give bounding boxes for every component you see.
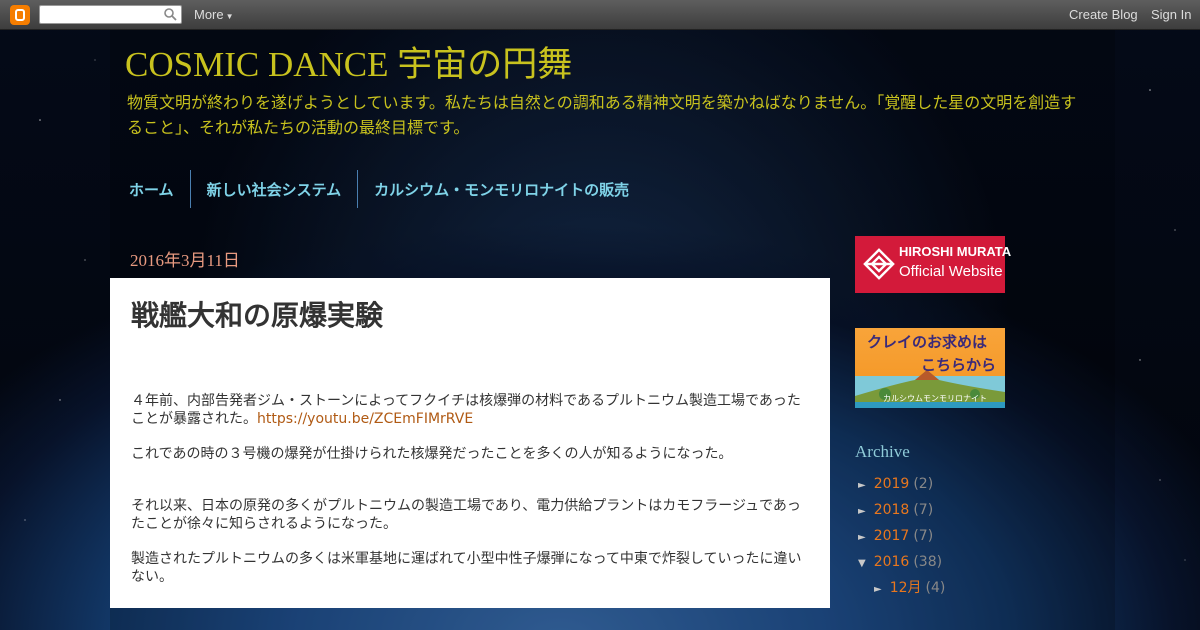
post-body: ４年前、内部告発者ジム・ストーンによってフクイチは核爆弾の材料であるプルトニウム…: [131, 392, 811, 586]
archive-count: (2): [913, 476, 934, 492]
archive-count: (7): [913, 528, 934, 544]
hiroshi-murata-banner[interactable]: HIROSHI MURATA Official Website: [855, 236, 1011, 293]
archive-item-2016[interactable]: ▼ 2016 (38): [858, 554, 942, 570]
blogger-navbar: More ▼ Create Blog Sign In: [0, 0, 1200, 30]
clay-banner-line2: こちらから: [921, 356, 997, 374]
tab-calcium-montmorillonite[interactable]: カルシウム・モンモリロナイトの販売: [357, 170, 645, 208]
archive-year[interactable]: 2019: [874, 476, 910, 492]
caret-down-icon: ▼: [225, 12, 234, 21]
blog-title[interactable]: COSMIC DANCE 宇宙の円舞: [125, 36, 572, 87]
murata-banner-line2: Official Website: [899, 263, 1003, 280]
archive-item-2019[interactable]: ► 2019 (2): [858, 476, 933, 492]
navbar-search-input[interactable]: [39, 5, 182, 24]
clay-banner-line1: クレイのお求めは: [867, 333, 988, 351]
post-paragraph: これであの時の３号機の爆発が仕掛けられた核爆発だったことを多くの人が知るようにな…: [131, 446, 733, 462]
post-paragraph: ４年前、内部告発者ジム・ストーンによってフクイチは核爆弾の材料であるプルトニウム…: [131, 392, 811, 428]
collapse-toggle-icon[interactable]: ▼: [858, 558, 866, 569]
archive-item-month[interactable]: ► 12月 (4): [874, 577, 945, 597]
post-date: 2016年3月11日: [130, 251, 240, 270]
archive-count: (38): [913, 554, 943, 570]
expand-toggle-icon[interactable]: ►: [858, 480, 866, 491]
expand-toggle-icon[interactable]: ►: [858, 506, 866, 517]
archive-year[interactable]: 2018: [874, 502, 910, 518]
archive-item-2017[interactable]: ► 2017 (7): [858, 528, 933, 544]
tab-new-social-system[interactable]: 新しい社会システム: [189, 170, 358, 208]
expand-toggle-icon[interactable]: ►: [858, 532, 866, 543]
clay-purchase-banner[interactable]: クレイのお求めは こちらから カルシウムモンモリロナイト: [855, 328, 1005, 408]
sign-in-link[interactable]: Sign In: [1151, 7, 1191, 22]
post-title[interactable]: 戦艦大和の原爆実験: [131, 294, 383, 334]
search-icon[interactable]: [163, 7, 177, 21]
post-paragraph: それ以来、日本の原発の多くがプルトニウムの製造工場であり、電力供給プラントはカモ…: [131, 498, 801, 532]
archive-item-2018[interactable]: ► 2018 (7): [858, 502, 933, 518]
youtube-link[interactable]: https://youtu.be/ZCEmFIMrRVE: [257, 411, 473, 427]
archive-count: (7): [913, 502, 934, 518]
archive-heading: Archive: [855, 442, 910, 461]
archive-month[interactable]: 12月: [890, 580, 922, 596]
blogger-logo-icon[interactable]: [10, 5, 30, 25]
create-blog-link[interactable]: Create Blog: [1069, 7, 1138, 22]
archive-year[interactable]: 2016: [874, 554, 910, 570]
blog-description: 物質文明が終わりを遂げようとしています。私たちは自然との調和ある精神文明を築かね…: [127, 93, 1077, 137]
post-paragraph: 製造されたプルトニウムの多くは米軍基地に運ばれて小型中性子爆弾になって中東で炸裂…: [131, 551, 802, 585]
clay-banner-line3: カルシウムモンモリロナイト: [883, 394, 987, 403]
archive-year[interactable]: 2017: [874, 528, 910, 544]
post-card: 戦艦大和の原爆実験 ４年前、内部告発者ジム・ストーンによってフクイチは核爆弾の材…: [110, 278, 830, 608]
navbar-more-label: More: [194, 7, 224, 22]
tab-home[interactable]: ホーム: [113, 170, 190, 208]
murata-banner-line1: HIROSHI MURATA: [899, 244, 1012, 259]
murata-logo-icon: [863, 248, 895, 280]
navbar-more-menu[interactable]: More ▼: [194, 7, 234, 22]
page-tabs: ホーム 新しい社会システム カルシウム・モンモリロナイトの販売: [113, 170, 645, 208]
archive-count: (4): [925, 580, 946, 596]
expand-toggle-icon[interactable]: ►: [874, 584, 882, 595]
